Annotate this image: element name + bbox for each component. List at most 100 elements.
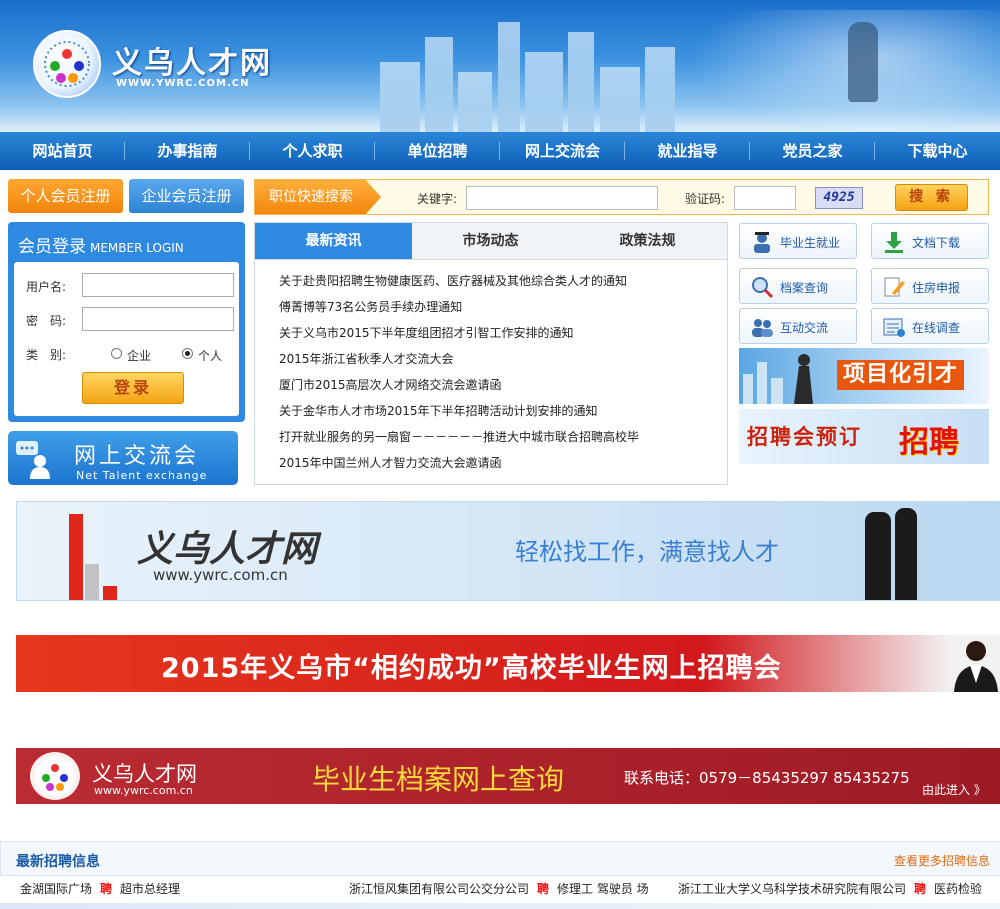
nav-jobseek[interactable]: 个人求职 (250, 132, 375, 170)
grey-bar-graphic (85, 564, 99, 600)
quick-search-bar: 职位快速搜索 关键字: 验证码: 4925 搜 索 (254, 179, 989, 215)
site-url: WWW.YWRC.COM.CN (116, 78, 250, 89)
latest-jobs-header: 最新招聘信息 查看更多招聘信息 (0, 841, 1000, 876)
personal-radio[interactable] (182, 348, 193, 359)
news-item[interactable]: 关于赴贵阳招聘生物健康医药、医疗器械及其他综合类人才的通知 (273, 268, 713, 294)
job-positions[interactable]: 修理工 驾驶员 场 (557, 882, 649, 896)
captcha-label: 验证码: (685, 192, 726, 206)
nav-download[interactable]: 下载中心 (875, 132, 1000, 170)
fair-booking-ad[interactable]: 招聘会预订 招聘 (739, 409, 989, 464)
member-login-panel: 会员登录 MEMBER LOGIN 用户名: 密 码: 类 别: 企业 个人 登录 (8, 222, 245, 422)
news-item[interactable]: 打开就业服务的另一扇窗－－－－－－推进大中城市联合招聘高校毕 (273, 424, 713, 450)
type-label: 类 别: (26, 348, 67, 362)
captcha-input[interactable] (734, 186, 796, 210)
job-row[interactable]: 浙江恒风集团有限公司公交分公司聘修理工 驾驶员 场 (349, 880, 649, 897)
login-button[interactable]: 登录 (82, 372, 184, 404)
download-label: 文档下载 (912, 236, 961, 250)
enter-link[interactable]: 由此进入 》 (922, 781, 986, 798)
logo-icon[interactable] (33, 30, 101, 98)
job-company[interactable]: 浙江工业大学义乌科学技术研究院有限公司 (678, 882, 906, 896)
job-positions[interactable]: 超市总经理 (120, 882, 180, 896)
tab-policy[interactable]: 政策法规 (569, 223, 726, 259)
personal-radio-label: 个人 (198, 349, 223, 363)
interactive-exchange-button[interactable]: 互动交流 (739, 308, 857, 344)
man-silhouette-graphic (865, 512, 891, 600)
keyword-label: 关键字: (417, 192, 458, 206)
archive-query-button[interactable]: 档案查询 (739, 268, 857, 304)
archive-query-title: 毕业生档案网上查询 (312, 763, 565, 796)
username-input[interactable] (82, 273, 234, 297)
company-radio[interactable] (111, 348, 122, 359)
jobs-footer-strip (0, 903, 1000, 909)
news-item[interactable]: 傅菁博等73名公务员手续办理通知 (273, 294, 713, 320)
captcha-image[interactable]: 4925 (815, 187, 863, 209)
login-title-en: MEMBER LOGIN (90, 241, 184, 255)
red-bar-graphic (69, 514, 83, 600)
online-exchange-banner[interactable]: 网上交流会 Net Talent exchange (8, 431, 238, 485)
exchange-title: 网上交流会 (74, 444, 200, 469)
project-ad-text: 项目化引才 (837, 360, 965, 390)
fair-ad-text: 招聘会预订 (747, 425, 862, 449)
tab-market[interactable]: 市场动态 (412, 223, 569, 259)
graduate-fair-text: 2015年义乌市“相约成功”高校毕业生网上招聘会 (161, 653, 782, 684)
woman-figure-graphic (954, 641, 998, 692)
job-company[interactable]: 金湖国际广场 (20, 882, 92, 896)
username-label: 用户名: (26, 280, 67, 294)
hiring-tag: 聘 (914, 882, 927, 896)
pencil-icon (882, 275, 906, 299)
archive-query-banner[interactable]: 义乌人才网 www.ywrc.com.cn 毕业生档案网上查询 联系电话：057… (16, 748, 1000, 804)
search-button[interactable]: 搜 索 (895, 184, 968, 211)
exchange-subtitle: Net Talent exchange (76, 469, 208, 482)
job-row[interactable]: 浙江工业大学义乌科学技术研究院有限公司聘医药检验 (678, 880, 982, 897)
slogan-banner[interactable]: 义乌人才网 www.ywrc.com.cn 轻松找工作，满意找人才 (16, 501, 1000, 601)
news-item[interactable]: 关于义乌市2015下半年度组团招才引智工作安排的通知 (273, 320, 713, 346)
graduate-fair-banner[interactable]: 2015年义乌市“相约成功”高校毕业生网上招聘会 (16, 635, 1000, 692)
interactive-label: 互动交流 (780, 321, 829, 335)
graduate-employment-button[interactable]: 毕业生就业 (739, 223, 857, 259)
keyword-input[interactable] (466, 186, 658, 210)
online-survey-button[interactable]: 在线调查 (871, 308, 989, 344)
job-company[interactable]: 浙江恒风集团有限公司公交分公司 (349, 882, 529, 896)
company-register-button[interactable]: 企业会员注册 (129, 179, 244, 213)
banner-slogan: 轻松找工作，满意找人才 (515, 538, 779, 566)
graduate-icon (750, 230, 774, 254)
news-item[interactable]: 2015年浙江省秋季人才交流大会 (273, 346, 713, 372)
contact-phone: 联系电话：0579－85435297 85435275 (624, 769, 910, 787)
site-name[interactable]: 义乌人才网 (112, 38, 272, 82)
hiring-tag: 聘 (537, 882, 550, 896)
personal-register-button[interactable]: 个人会员注册 (8, 179, 123, 213)
more-jobs-link[interactable]: 查看更多招聘信息 (894, 852, 990, 869)
main-nav: 网站首页 办事指南 个人求职 单位招聘 网上交流会 就业指导 党员之家 下载中心 (0, 132, 1000, 170)
tab-latest-news[interactable]: 最新资讯 (255, 223, 412, 259)
graduate-label: 毕业生就业 (780, 236, 841, 250)
archive-label: 档案查询 (780, 281, 829, 295)
survey-icon (882, 315, 906, 339)
news-item[interactable]: 2015年中国兰州人才智力交流大会邀请函 (273, 450, 713, 476)
nav-home[interactable]: 网站首页 (0, 132, 125, 170)
login-title: 会员登录 MEMBER LOGIN (18, 232, 184, 257)
man-silhouette-graphic (895, 508, 917, 600)
logo-icon (30, 752, 80, 800)
businessman-graphic (848, 22, 878, 102)
nav-employment-guide[interactable]: 就业指导 (625, 132, 750, 170)
magnifier-icon (750, 275, 774, 299)
nav-guide[interactable]: 办事指南 (125, 132, 250, 170)
chat-people-icon (14, 439, 58, 479)
document-download-button[interactable]: 文档下载 (871, 223, 989, 259)
hiring-tag: 聘 (100, 882, 113, 896)
company-radio-label: 企业 (127, 349, 152, 363)
nav-recruit[interactable]: 单位招聘 (375, 132, 500, 170)
download-icon (882, 230, 906, 254)
project-recruit-ad[interactable]: 项目化引才 (739, 348, 989, 404)
job-row[interactable]: 金湖国际广场聘超市总经理 (20, 880, 180, 897)
nav-online-fair[interactable]: 网上交流会 (500, 132, 625, 170)
job-positions[interactable]: 医药检验 (934, 882, 982, 896)
survey-label: 在线调查 (912, 321, 961, 335)
latest-jobs-title: 最新招聘信息 (16, 854, 100, 870)
news-item[interactable]: 关于金华市人才市场2015年下半年招聘活动计划安排的通知 (273, 398, 713, 424)
password-input[interactable] (82, 307, 234, 331)
nav-party[interactable]: 党员之家 (750, 132, 875, 170)
housing-apply-button[interactable]: 住房申报 (871, 268, 989, 304)
banner-site-name: 义乌人才网 (137, 528, 318, 570)
news-item[interactable]: 厦门市2015高层次人才网络交流会邀请函 (273, 372, 713, 398)
